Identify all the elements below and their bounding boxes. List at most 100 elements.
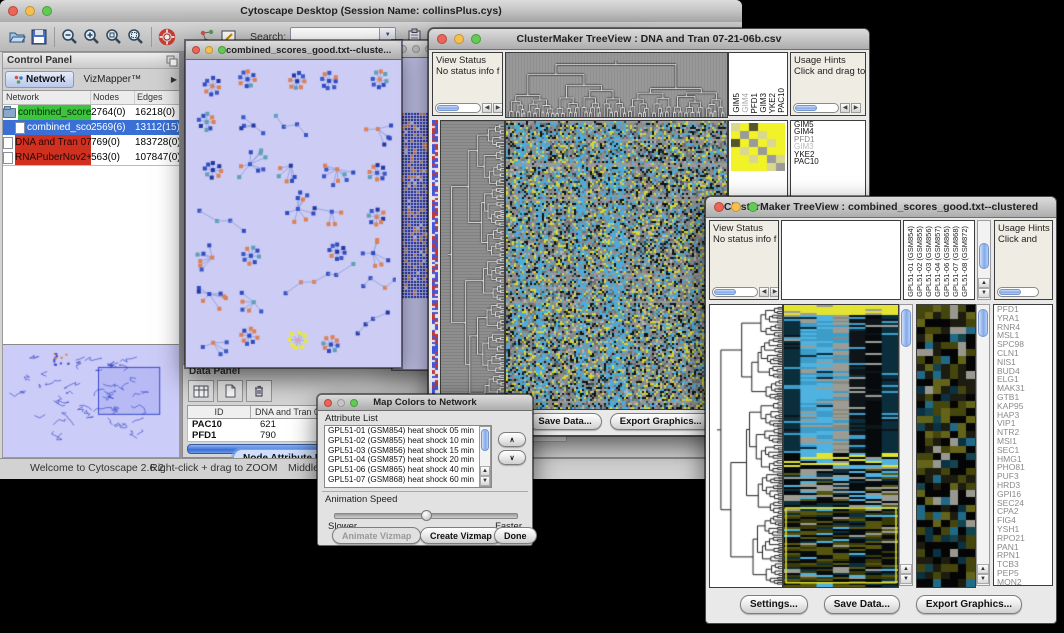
scroll-up-icon[interactable]: ▲ xyxy=(900,564,912,574)
move-down-button[interactable]: ∨ xyxy=(498,450,526,465)
scroll-right-icon[interactable]: ▶ xyxy=(851,103,861,113)
save-icon[interactable] xyxy=(28,26,50,48)
help-lifering-icon[interactable] xyxy=(156,26,178,48)
treeview1-titlebar[interactable]: ClusterMaker TreeView : DNA and Tran 07-… xyxy=(429,29,869,50)
hscrollbar[interactable] xyxy=(793,103,839,113)
animation-speed-slider[interactable] xyxy=(334,513,518,519)
vscroll-thumb[interactable] xyxy=(481,429,489,451)
treeview-action-button[interactable]: Export Graphics... xyxy=(610,413,712,430)
column-label[interactable]: PFD1 xyxy=(751,93,759,113)
new-attribute-icon[interactable] xyxy=(217,380,243,402)
zoom-button[interactable] xyxy=(748,202,758,212)
close-button[interactable] xyxy=(8,6,18,16)
done-button[interactable]: Done xyxy=(494,527,537,544)
treeview-action-button[interactable]: Settings... xyxy=(740,595,808,614)
minimize-button[interactable] xyxy=(205,46,213,54)
create-vizmap-button[interactable]: Create Vizmap xyxy=(420,527,502,544)
attribute-listbox[interactable]: GPL51-01 (GSM854) heat shock 05 minGPL51… xyxy=(324,425,492,488)
col-header-network[interactable]: Network xyxy=(3,91,91,104)
overview-canvas[interactable] xyxy=(5,347,175,449)
attribute-item[interactable]: GPL51-03 (GSM856) heat shock 15 min xyxy=(325,446,491,456)
column-label[interactable]: GPL51-04 (GSM857) xyxy=(934,226,942,297)
dialog-titlebar[interactable]: Map Colors to Network xyxy=(318,395,532,411)
vscroll-thumb[interactable] xyxy=(901,309,911,347)
tv1-selection-strip[interactable] xyxy=(432,120,438,408)
network-table-row[interactable]: combined_sco 2569(6) 13112(15) xyxy=(3,120,179,135)
scroll-up-icon[interactable]: ▲ xyxy=(978,278,990,288)
main-titlebar[interactable]: Cytoscape Desktop (Session Name: collins… xyxy=(0,0,742,23)
attribute-item[interactable]: GPL51-04 (GSM857) heat shock 20 min xyxy=(325,455,491,465)
attribute-item[interactable]: GPL51-02 (GSM855) heat shock 10 min xyxy=(325,436,491,446)
hscrollbar[interactable] xyxy=(435,103,481,113)
hscroll-thumb[interactable] xyxy=(714,289,736,295)
scroll-down-icon[interactable]: ▼ xyxy=(900,574,912,584)
tab-vizmapper[interactable]: VizMapper™ xyxy=(74,74,150,85)
column-label[interactable]: PAC10 xyxy=(778,88,786,113)
tv1-column-dendrogram[interactable] xyxy=(505,52,728,118)
animate-vizmap-button[interactable]: Animate Vizmap xyxy=(332,527,421,544)
hscroll-thumb[interactable] xyxy=(437,105,459,111)
scroll-right-icon[interactable]: ▶ xyxy=(493,103,503,113)
attribute-table-icon[interactable] xyxy=(188,380,214,402)
network-table-row[interactable]: DNA and Tran 07 769(0) 183728(0) xyxy=(3,135,179,150)
network-view-titlebar[interactable]: combined_scores_good.txt--cluste... xyxy=(186,41,401,60)
treeview2-titlebar[interactable]: ClusterMaker TreeView : combined_scores_… xyxy=(706,197,1056,218)
tv1-heatmap[interactable] xyxy=(505,120,728,410)
treeview-action-button[interactable]: Save Data... xyxy=(824,595,900,614)
tv1-similarity-matrix[interactable] xyxy=(731,123,785,171)
close-button[interactable] xyxy=(324,399,332,407)
slider-thumb[interactable] xyxy=(421,510,432,521)
scroll-left-icon[interactable]: ◀ xyxy=(840,103,850,113)
col-header-nodes[interactable]: Nodes xyxy=(91,91,135,104)
column-label[interactable]: GIM3 xyxy=(760,93,768,113)
tab-network[interactable]: Network xyxy=(5,71,74,88)
vscroll-thumb[interactable] xyxy=(979,243,989,269)
column-label[interactable]: GPL51-08 (GSM872) xyxy=(961,226,969,297)
hscroll-thumb[interactable] xyxy=(999,289,1021,295)
float-panel-icon[interactable] xyxy=(165,55,179,67)
scroll-left-icon[interactable]: ◀ xyxy=(482,103,492,113)
close-button[interactable] xyxy=(437,34,447,44)
delete-attribute-icon[interactable] xyxy=(246,380,272,402)
hscrollbar[interactable] xyxy=(712,287,758,297)
scroll-down-icon[interactable]: ▼ xyxy=(978,288,990,298)
zoom-fit-icon[interactable] xyxy=(103,26,125,48)
scroll-down-icon[interactable]: ▼ xyxy=(480,476,490,486)
tv1-row-dendrogram[interactable] xyxy=(440,120,505,410)
tv2-heatmap-scrollbar[interactable]: ▲▼ xyxy=(899,304,913,586)
network-view-canvas[interactable] xyxy=(189,62,396,362)
attribute-item[interactable]: GPL51-06 (GSM865) heat shock 40 min xyxy=(325,465,491,475)
minimize-button[interactable] xyxy=(454,34,464,44)
attribute-item[interactable]: GPL51-07 (GSM868) heat shock 60 min xyxy=(325,475,491,485)
tv2-zoom-scrollbar[interactable]: ▲▼ xyxy=(976,304,990,586)
zoom-in-icon[interactable] xyxy=(81,26,103,48)
minimize-button[interactable] xyxy=(25,6,35,16)
column-label[interactable]: GIM4 xyxy=(742,93,750,113)
column-label[interactable]: GPL51-02 (GSM855) xyxy=(916,226,924,297)
minimize-button[interactable] xyxy=(412,45,420,53)
scroll-left-icon[interactable]: ◀ xyxy=(759,287,769,297)
column-label[interactable]: GPL51-01 (GSM854) xyxy=(907,226,915,297)
zoom-button[interactable] xyxy=(350,399,358,407)
column-label[interactable]: GPL51-07 (GSM868) xyxy=(952,226,960,297)
open-folder-icon[interactable] xyxy=(6,26,28,48)
tv2-column-dendrogram-space[interactable] xyxy=(781,220,901,300)
scroll-up-icon[interactable]: ▲ xyxy=(480,466,490,476)
data-col-id[interactable]: ID xyxy=(188,406,251,418)
network-table-row[interactable]: RNAPuberNov2+ 563(0) 107847(0) xyxy=(3,150,179,165)
vscroll-thumb[interactable] xyxy=(978,309,988,337)
hscroll-thumb[interactable] xyxy=(795,105,817,111)
zoom-selected-icon[interactable] xyxy=(125,26,147,48)
row-label[interactable]: PAC10 xyxy=(791,158,865,165)
scroll-down-icon[interactable]: ▼ xyxy=(977,574,989,584)
hscrollbar[interactable] xyxy=(997,287,1039,297)
scroll-right-icon[interactable]: ▶ xyxy=(770,287,779,297)
close-button[interactable] xyxy=(714,202,724,212)
column-label[interactable]: GIM5 xyxy=(733,93,741,113)
zoom-button[interactable] xyxy=(42,6,52,16)
column-label[interactable]: YKE2 xyxy=(769,93,777,113)
treeview-action-button[interactable]: Save Data... xyxy=(528,413,601,430)
listbox-scrollbar[interactable]: ▲▼ xyxy=(479,426,491,487)
column-label[interactable]: GPL51-06 (GSM865) xyxy=(943,226,951,297)
col-header-edges[interactable]: Edges xyxy=(135,91,179,104)
